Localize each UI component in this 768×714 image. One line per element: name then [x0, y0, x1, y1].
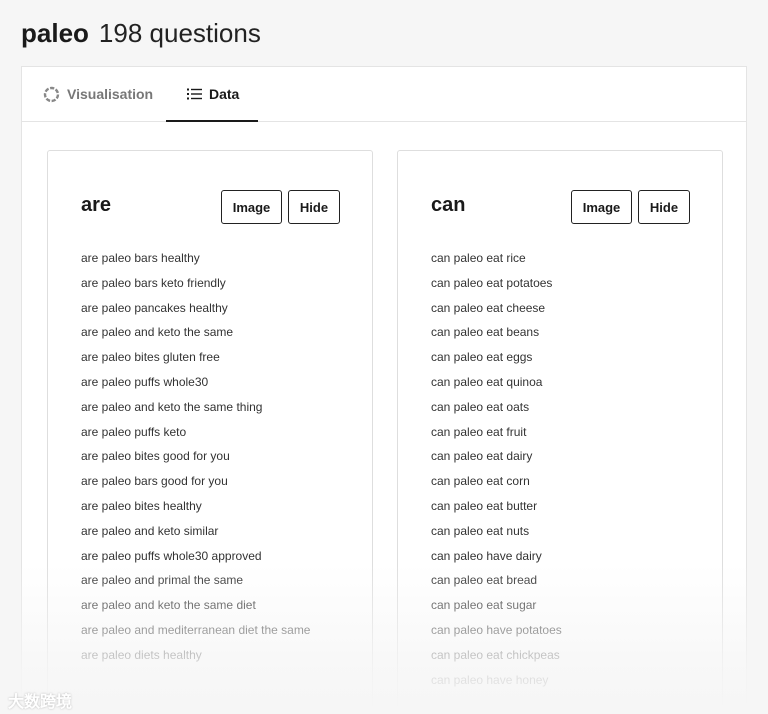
question-item[interactable]: are paleo puffs keto	[81, 423, 341, 441]
question-list: can paleo eat rice can paleo eat potatoes…	[431, 249, 691, 695]
card-actions: Image Hide	[221, 190, 340, 224]
card-title: can	[431, 194, 466, 216]
question-item[interactable]: are paleo and mediterranean diet the sam…	[81, 621, 341, 639]
question-item[interactable]: are paleo and keto similar	[81, 522, 341, 540]
image-button[interactable]: Image	[571, 190, 632, 224]
question-count: 198 questions	[98, 18, 261, 48]
question-item[interactable]: are paleo bars good for you	[81, 472, 341, 490]
question-item[interactable]: are paleo bites gluten free	[81, 348, 341, 366]
hide-button[interactable]: Hide	[638, 190, 690, 224]
view-tabs: Visualisation Data	[22, 67, 746, 122]
question-item[interactable]: are paleo bars healthy	[81, 249, 341, 267]
question-item[interactable]: can paleo have dairy	[431, 547, 691, 565]
card-title: are	[81, 194, 112, 216]
question-item[interactable]: can paleo eat potatoes	[431, 274, 691, 292]
tab-data-label: Data	[209, 85, 240, 102]
question-item[interactable]: can paleo eat nuts	[431, 522, 691, 540]
question-card-are: are Image Hide are paleo bars healthy are…	[47, 150, 373, 710]
hide-button[interactable]: Hide	[288, 190, 340, 224]
question-item[interactable]: can paleo have potatoes	[431, 621, 691, 639]
question-item[interactable]: can paleo eat beans	[431, 323, 691, 341]
tab-visualisation[interactable]: Visualisation	[22, 67, 166, 121]
watermark: 大数跨境	[8, 688, 72, 712]
question-item[interactable]: are paleo and primal the same	[81, 571, 341, 589]
page-title: paleo 198 questions	[21, 16, 261, 50]
question-item[interactable]: can paleo eat eggs	[431, 348, 691, 366]
question-item[interactable]: can paleo eat dairy	[431, 447, 691, 465]
question-item[interactable]: can paleo eat chickpeas	[431, 646, 691, 664]
ring-loader-icon	[43, 86, 60, 103]
question-item[interactable]: are paleo puffs whole30	[81, 373, 341, 391]
question-item[interactable]: can paleo eat corn	[431, 472, 691, 490]
question-item[interactable]: are paleo and keto the same thing	[81, 398, 341, 416]
question-card-can: can Image Hide can paleo eat rice can pal…	[397, 150, 723, 710]
question-item[interactable]: are paleo diets healthy	[81, 646, 341, 664]
tab-visualisation-label: Visualisation	[67, 86, 154, 102]
question-item[interactable]: can paleo eat butter	[431, 497, 691, 515]
keyword-title: paleo	[21, 18, 89, 48]
list-icon	[187, 88, 202, 100]
question-item[interactable]: can paleo eat cheese	[431, 299, 691, 317]
question-item[interactable]: are paleo bars keto friendly	[81, 274, 341, 292]
question-item[interactable]: can paleo eat rice	[431, 249, 691, 267]
question-item[interactable]: can paleo have honey	[431, 671, 691, 689]
question-item[interactable]: can paleo eat quinoa	[431, 373, 691, 391]
question-item[interactable]: are paleo bites good for you	[81, 447, 341, 465]
tab-data[interactable]: Data	[166, 67, 258, 122]
question-item[interactable]: can paleo eat fruit	[431, 423, 691, 441]
question-item[interactable]: are paleo bites healthy	[81, 497, 341, 515]
question-item[interactable]: are paleo puffs whole30 approved	[81, 547, 341, 565]
question-item[interactable]: are paleo and keto the same diet	[81, 596, 341, 614]
watermark-text: 大数跨境	[8, 694, 73, 711]
question-item[interactable]: can paleo eat bread	[431, 571, 691, 589]
question-item[interactable]: are paleo pancakes healthy	[81, 299, 341, 317]
question-item[interactable]: can paleo eat oats	[431, 398, 691, 416]
image-button[interactable]: Image	[221, 190, 282, 224]
question-item[interactable]: can paleo eat sugar	[431, 596, 691, 614]
question-item[interactable]: are paleo and keto the same	[81, 323, 341, 341]
question-list: are paleo bars healthy are paleo bars ket…	[81, 249, 341, 671]
results-panel: Visualisation Data are Image Hide are pa…	[21, 66, 747, 714]
card-actions: Image Hide	[571, 190, 690, 224]
